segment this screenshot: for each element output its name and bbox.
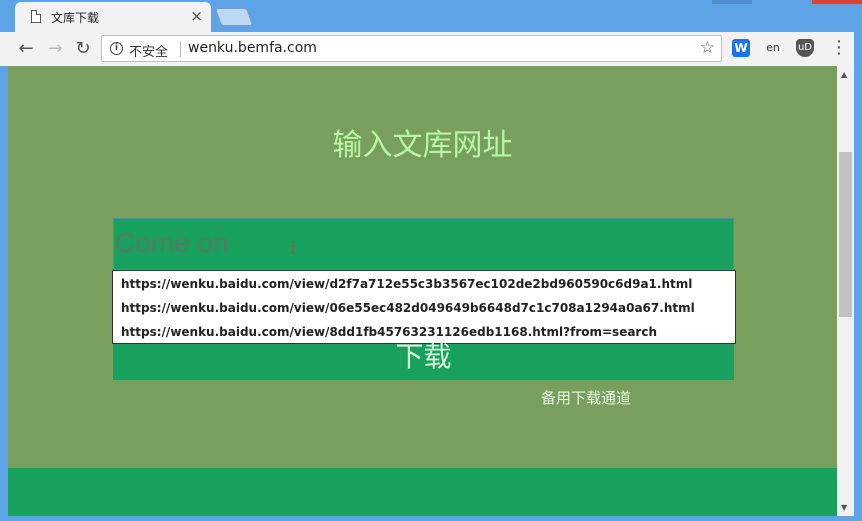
input-placeholder: Come on bbox=[115, 227, 229, 258]
ublock-extension-icon[interactable]: uD bbox=[796, 39, 814, 57]
browser-toolbar: ← → ↻ i 不安全 wenku.bemfa.com ☆ W en uD ⋮ bbox=[0, 32, 862, 67]
back-icon[interactable]: ← bbox=[14, 37, 38, 61]
text-cursor-icon: I bbox=[289, 238, 297, 259]
close-window-button[interactable] bbox=[812, 0, 862, 4]
url-text[interactable]: wenku.bemfa.com bbox=[188, 40, 317, 56]
wenku-extension-icon[interactable]: W bbox=[732, 39, 750, 57]
backup-download-link[interactable]: 备用下载通道 bbox=[541, 387, 631, 408]
address-bar[interactable]: i 不安全 wenku.bemfa.com ☆ bbox=[101, 35, 722, 62]
title-bar: 文库下载 × bbox=[0, 0, 862, 32]
window-frame-bottom bbox=[0, 516, 862, 521]
translate-extension-icon[interactable]: en bbox=[764, 39, 782, 57]
window-frame-left bbox=[0, 66, 8, 521]
download-button-label: 下载 bbox=[395, 340, 452, 373]
autocomplete-dropdown: https://wenku.baidu.com/view/d2f7a712e55… bbox=[112, 270, 736, 344]
info-icon[interactable]: i bbox=[110, 42, 123, 55]
forward-icon[interactable]: → bbox=[43, 37, 67, 61]
vertical-scrollbar[interactable]: ▲ ▼ bbox=[837, 66, 854, 516]
window-frame-right bbox=[854, 32, 862, 521]
suggestion-item[interactable]: https://wenku.baidu.com/view/06e55ec482d… bbox=[121, 301, 695, 315]
browser-tab[interactable]: 文库下载 × bbox=[15, 2, 211, 32]
footer-bar bbox=[8, 468, 837, 516]
close-tab-icon[interactable]: × bbox=[190, 7, 203, 25]
scroll-down-icon[interactable]: ▼ bbox=[841, 503, 847, 512]
security-label[interactable]: 不安全 bbox=[129, 41, 168, 60]
reload-icon[interactable]: ↻ bbox=[71, 37, 95, 61]
page-title: 输入文库网址 bbox=[332, 128, 513, 163]
new-tab-button[interactable] bbox=[214, 8, 254, 26]
page-icon bbox=[31, 10, 41, 23]
download-button[interactable]: 下载 bbox=[113, 340, 734, 380]
url-input[interactable]: Come on bbox=[113, 218, 734, 270]
tab-title: 文库下载 bbox=[51, 11, 100, 25]
scroll-up-icon[interactable]: ▲ bbox=[841, 70, 847, 79]
address-divider bbox=[180, 41, 181, 57]
bookmark-star-icon[interactable]: ☆ bbox=[700, 38, 715, 58]
browser-menu-icon[interactable]: ⋮ bbox=[830, 38, 848, 58]
minimize-button[interactable] bbox=[712, 0, 752, 4]
suggestion-item[interactable]: https://wenku.baidu.com/view/d2f7a712e55… bbox=[121, 277, 692, 291]
page-content: 输入文库网址 Come on I https://wenku.baidu.com… bbox=[8, 66, 837, 516]
scroll-thumb[interactable] bbox=[839, 152, 852, 317]
